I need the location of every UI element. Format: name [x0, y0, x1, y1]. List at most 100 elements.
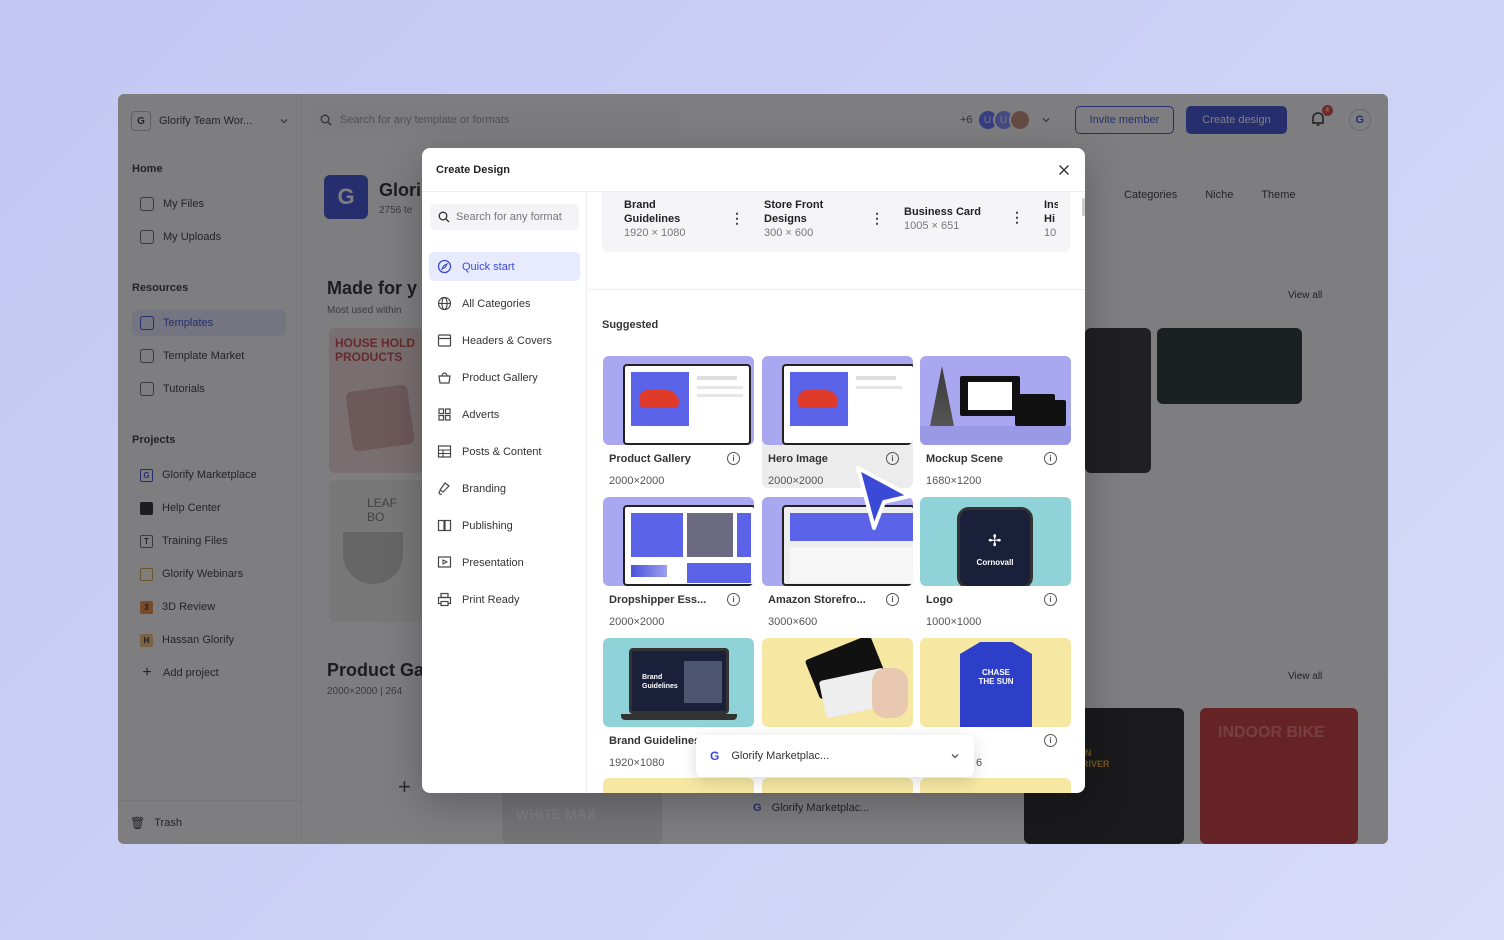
add-project-button[interactable]: + Add project — [132, 660, 286, 686]
more-options-icon[interactable]: ⋮ — [730, 210, 744, 227]
card-text: HOUSE HOLD PRODUCTS — [335, 336, 416, 364]
add-project-label: Add project — [163, 667, 219, 679]
sidebar-item-glorify-webinars[interactable]: Glorify Webinars — [132, 561, 286, 587]
sidebar-item-templates[interactable]: Templates — [132, 310, 286, 336]
create-design-button[interactable]: Create design — [1186, 106, 1287, 134]
sidebar-item-trash[interactable]: 🗑 Trash — [122, 810, 276, 836]
sidebar-item-training-files[interactable]: T Training Files — [132, 528, 286, 554]
recent-format-size: 1920 × 1080 — [624, 227, 686, 239]
info-icon[interactable]: i — [1044, 593, 1057, 606]
global-search[interactable]: Search for any template or formats — [314, 106, 680, 134]
sidebar-item-glorify-marketplace[interactable]: G Glorify Marketplace — [132, 462, 286, 488]
template-card[interactable] — [1157, 328, 1302, 404]
format-tile[interactable] — [920, 778, 1071, 793]
filter-theme[interactable]: Theme — [1261, 189, 1295, 201]
recent-format-item[interactable]: Business Card 1005 × 651 ⋮ — [904, 205, 1034, 232]
info-icon[interactable]: i — [1044, 734, 1057, 747]
view-all-link[interactable]: View all — [1288, 671, 1322, 682]
add-template-plus[interactable]: + — [398, 774, 411, 800]
format-tile-size: 1000×1000 — [926, 616, 982, 628]
template-card[interactable]: HOUSE HOLD PRODUCTS — [329, 328, 423, 473]
sidebar-item-my-files[interactable]: My Files — [132, 191, 286, 217]
thumbnail — [762, 356, 913, 445]
horizontal-scrollbar[interactable] — [1082, 198, 1085, 216]
format-tile-label: Mockup Scene — [926, 453, 1004, 465]
category-publishing[interactable]: Publishing — [429, 511, 580, 540]
recent-format-item[interactable]: Brand Guidelines 1920 × 1080 ⋮ — [624, 198, 754, 239]
sidebar-item-my-uploads[interactable]: My Uploads — [132, 224, 286, 250]
member-avatars[interactable]: U U — [976, 109, 1031, 131]
recent-format-item[interactable]: Ins Hi 10 — [1044, 198, 1070, 239]
bottom-project-selector[interactable]: G Glorify Marketplac... — [745, 797, 995, 819]
info-icon[interactable]: i — [727, 593, 740, 606]
category-headers-covers[interactable]: Headers & Covers — [429, 326, 580, 355]
thumbnail — [603, 497, 754, 586]
filter-niche[interactable]: Niche — [1205, 189, 1233, 201]
category-posts-content[interactable]: Posts & Content — [429, 437, 580, 466]
template-card[interactable]: LEAF BO — [329, 480, 423, 622]
category-label: Print Ready — [462, 593, 520, 606]
project-badge: H — [140, 633, 153, 647]
chevron-down-icon — [280, 119, 288, 124]
laptop-base-image — [621, 714, 737, 720]
workspace-switcher[interactable]: G Glorify Team Wor... — [131, 109, 289, 133]
template-card[interactable] — [1085, 328, 1151, 473]
category-all-categories[interactable]: All Categories — [429, 289, 580, 318]
chevron-down-icon[interactable] — [1041, 115, 1051, 125]
laptop-image — [1015, 394, 1055, 426]
category-label: Publishing — [462, 519, 513, 532]
close-button[interactable] — [1055, 161, 1073, 179]
template-card[interactable]: INDOOR BIKE — [1200, 708, 1358, 844]
project-badge: 3 — [140, 600, 153, 614]
sidebar-item-hassan-glorify[interactable]: H Hassan Glorify — [132, 627, 286, 653]
plus-icon: + — [142, 664, 152, 681]
printer-icon — [437, 592, 452, 607]
chevron-down-icon — [951, 754, 959, 759]
sidebar-item-label: Template Market — [163, 350, 245, 362]
info-icon[interactable]: i — [1044, 452, 1057, 465]
project-selector-popup[interactable]: G Glorify Marketplac... — [696, 735, 974, 777]
profile-avatar[interactable]: G — [1348, 109, 1371, 131]
recent-format-item[interactable]: Store Front Designs 300 × 600 ⋮ — [764, 198, 894, 239]
notification-badge: 4 — [1321, 105, 1333, 116]
category-quick-start[interactable]: Quick start — [429, 252, 580, 281]
category-branding[interactable]: Branding — [429, 474, 580, 503]
more-options-icon[interactable]: ⋮ — [870, 210, 884, 227]
filter-categories[interactable]: Categories — [1124, 189, 1177, 201]
format-tile-product-gallery[interactable]: Product Gallery i 2000×2000 — [603, 356, 754, 488]
sidebar-item-3d-review[interactable]: 3 3D Review — [132, 594, 286, 620]
format-tile-label: Amazon Storefro... — [768, 594, 866, 606]
text-line — [856, 376, 896, 380]
format-search-input[interactable] — [456, 211, 571, 223]
view-all-link[interactable]: View all — [1288, 290, 1322, 301]
category-product-gallery[interactable]: Product Gallery — [429, 363, 580, 392]
format-tile-logo[interactable]: ✢ Cornovall Logo i 1000×1000 — [920, 497, 1071, 629]
team-title: Glori — [379, 180, 422, 200]
info-icon[interactable]: i — [727, 452, 740, 465]
info-icon[interactable]: i — [886, 593, 899, 606]
category-presentation[interactable]: Presentation — [429, 548, 580, 577]
notifications-button[interactable]: 4 — [1309, 105, 1333, 130]
swatches-image — [631, 565, 667, 577]
text-line — [697, 386, 743, 389]
project-badge: G — [140, 468, 153, 482]
format-tile-dropshipper[interactable]: Dropshipper Ess... i 2000×2000 — [603, 497, 754, 629]
format-tile[interactable] — [762, 778, 913, 793]
mouse-pointer-icon — [856, 466, 912, 530]
sidebar-item-help-center[interactable]: Help Center — [132, 495, 286, 521]
invite-member-button[interactable]: Invite member — [1074, 106, 1175, 134]
sidebar-item-tutorials[interactable]: Tutorials — [132, 376, 286, 402]
category-print-ready[interactable]: Print Ready — [429, 585, 580, 614]
sidebar-item-template-market[interactable]: Template Market — [132, 343, 286, 369]
format-tile-mockup-scene[interactable]: Mockup Scene i 1680×1200 — [920, 356, 1071, 488]
format-search[interactable] — [430, 204, 579, 230]
recent-format-name: Brand Guidelines — [624, 199, 681, 225]
category-adverts[interactable]: Adverts — [429, 400, 580, 429]
global-search-placeholder: Search for any template or formats — [340, 114, 510, 126]
trash-icon: 🗑 — [130, 816, 146, 830]
more-options-icon[interactable]: ⋮ — [1010, 209, 1024, 226]
logo-mark-icon: ✢ — [988, 533, 1002, 550]
template-card[interactable]: WHITE MAX — [502, 784, 662, 844]
sidebar: G Glorify Team Wor... Home My Files My U… — [118, 94, 302, 844]
format-tile[interactable] — [603, 778, 754, 793]
